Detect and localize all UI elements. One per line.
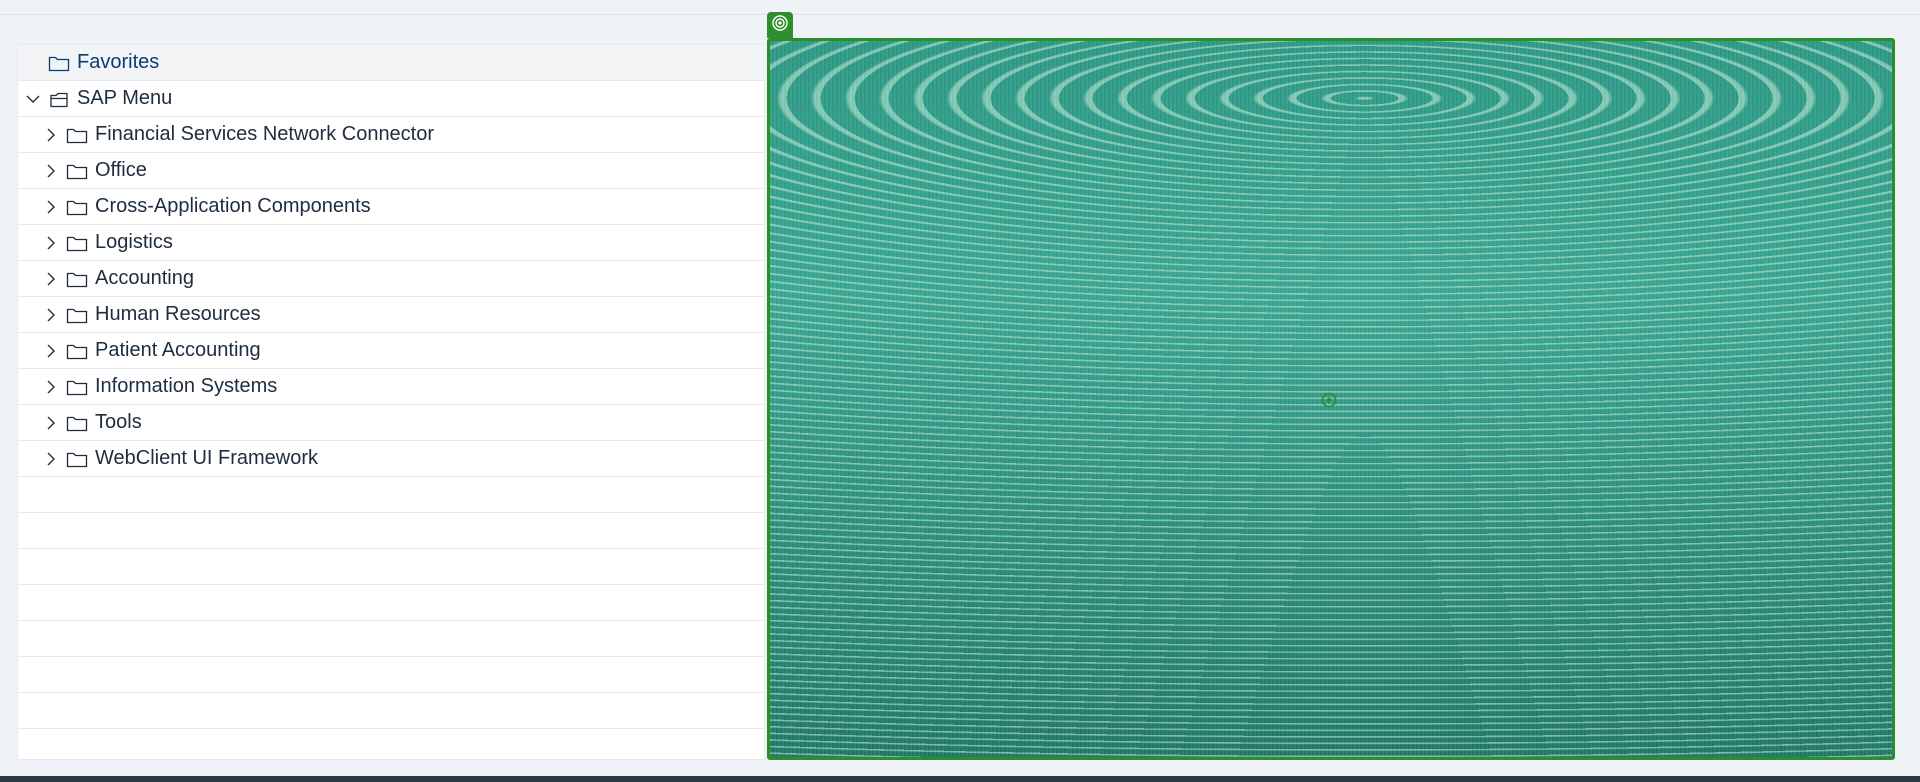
tree-item-label: Information Systems: [95, 375, 278, 397]
empty-row: [18, 513, 764, 549]
chevron-right-icon[interactable]: [42, 378, 60, 396]
tree-node-webclient-ui-framework[interactable]: WebClient UI Framework: [18, 441, 764, 477]
chevron-right-icon[interactable]: [42, 270, 60, 288]
tree-node-patient-accounting[interactable]: Patient Accounting: [18, 333, 764, 369]
folder-icon: [66, 198, 88, 216]
empty-row: [18, 585, 764, 621]
sap-menu-label: SAP Menu: [77, 87, 173, 109]
folder-icon: [66, 414, 88, 432]
tree-node-cross-application-components[interactable]: Cross-Application Components: [18, 189, 764, 225]
tree-node-information-systems[interactable]: Information Systems: [18, 369, 764, 405]
tree-node-sap-menu[interactable]: SAP Menu: [18, 81, 764, 117]
tree-node-human-resources[interactable]: Human Resources: [18, 297, 764, 333]
tree-item-label: Patient Accounting: [95, 339, 261, 361]
top-divider: [0, 14, 1920, 15]
chevron-right-icon[interactable]: [42, 450, 60, 468]
chevron-right-icon[interactable]: [42, 126, 60, 144]
frame-handle[interactable]: [767, 12, 793, 38]
tree-node-logistics[interactable]: Logistics: [18, 225, 764, 261]
folder-icon: [66, 126, 88, 144]
empty-row: [18, 621, 764, 657]
tree-item-label: Human Resources: [95, 303, 261, 325]
empty-row: [18, 477, 764, 513]
chevron-right-icon[interactable]: [42, 342, 60, 360]
tree-node-office[interactable]: Office: [18, 153, 764, 189]
sap-menu-tree: Favorites SAP Menu Financial Services Ne…: [17, 44, 764, 760]
chevron-right-icon[interactable]: [42, 306, 60, 324]
empty-row: [18, 729, 764, 765]
folder-icon: [66, 234, 88, 252]
chevron-right-icon[interactable]: [42, 234, 60, 252]
folder-open-icon: [48, 90, 70, 108]
tree-item-label: Logistics: [95, 231, 173, 253]
folder-icon: [66, 342, 88, 360]
tree-item-label: Accounting: [95, 267, 194, 289]
folder-icon: [66, 306, 88, 324]
chevron-down-icon[interactable]: [24, 90, 42, 108]
folder-icon: [66, 378, 88, 396]
chevron-right-icon[interactable]: [42, 162, 60, 180]
folder-icon: [48, 54, 70, 72]
status-bar: [0, 776, 1920, 782]
folder-icon: [66, 162, 88, 180]
empty-row: [18, 657, 764, 693]
tree-node-financial-services-network-connector[interactable]: Financial Services Network Connector: [18, 117, 764, 153]
chevron-right-icon[interactable]: [42, 198, 60, 216]
tree-node-favorites[interactable]: Favorites: [18, 45, 764, 81]
tree-item-label: Cross-Application Components: [95, 195, 371, 217]
tree-item-label: Financial Services Network Connector: [95, 123, 435, 145]
folder-icon: [66, 450, 88, 468]
tree-item-label: Tools: [95, 411, 142, 433]
tree-node-accounting[interactable]: Accounting: [18, 261, 764, 297]
tree-item-label: WebClient UI Framework: [95, 447, 319, 469]
empty-row: [18, 549, 764, 585]
target-icon: [771, 14, 789, 37]
tree-item-label: Office: [95, 159, 147, 181]
favorites-label: Favorites: [77, 51, 160, 73]
folder-icon: [66, 270, 88, 288]
tree-node-tools[interactable]: Tools: [18, 405, 764, 441]
chevron-right-icon[interactable]: [42, 414, 60, 432]
target-icon: [1321, 392, 1337, 408]
empty-row: [18, 693, 764, 729]
